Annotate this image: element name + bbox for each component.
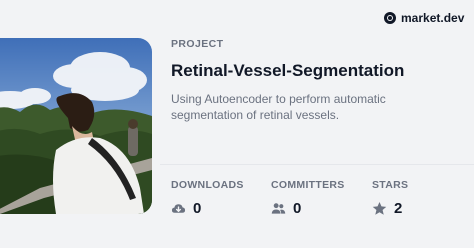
project-description: Using Autoencoder to perform automatic s… <box>171 92 386 122</box>
stat-stars: STARS 2 <box>372 179 408 217</box>
users-icon <box>271 203 286 214</box>
project-title[interactable]: Retinal-Vessel-Segmentation <box>171 61 461 81</box>
cloud-download-icon <box>171 204 186 213</box>
project-image <box>0 38 152 214</box>
project-info: PROJECT Retinal-Vessel-Segmentation Usin… <box>171 38 461 123</box>
stat-label: COMMITTERS <box>271 179 345 191</box>
brand-name: market.dev <box>401 11 465 25</box>
stat-label: STARS <box>372 179 409 191</box>
star-icon <box>372 201 387 215</box>
stat-value: 0 <box>293 200 302 217</box>
brand[interactable]: market.dev <box>384 11 464 25</box>
project-card: market.dev PROJECT Retinal-Vessel-Segmen… <box>0 0 474 248</box>
stat-value: 2 <box>394 200 403 217</box>
stat-downloads: DOWNLOADS 0 <box>171 179 244 217</box>
stat-value: 0 <box>193 200 202 217</box>
project-label: PROJECT <box>171 38 224 50</box>
divider <box>160 164 474 165</box>
stat-label: DOWNLOADS <box>171 179 244 191</box>
market-dev-logo-icon <box>384 12 396 24</box>
stat-committers: COMMITTERS 0 <box>271 179 345 217</box>
